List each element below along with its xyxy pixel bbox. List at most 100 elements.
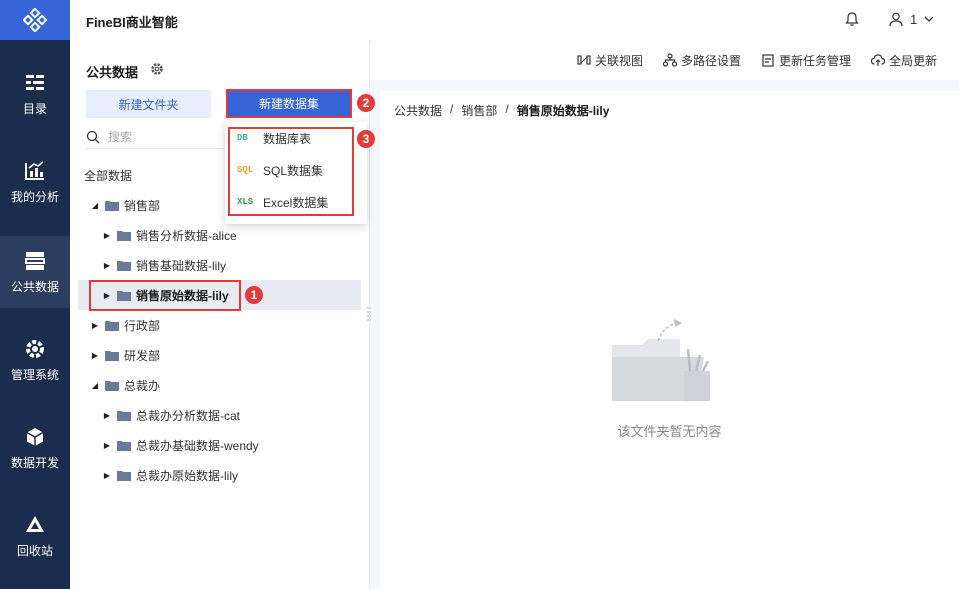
nav-item-management[interactable]: 管理系统 — [0, 324, 70, 396]
collapsed-arrow-icon[interactable]: ▶ — [102, 411, 112, 420]
toolbar-label: 多路径设置 — [680, 53, 741, 68]
folder-icon — [117, 470, 131, 481]
breadcrumb-item[interactable]: 销售部 — [461, 102, 497, 119]
step-badge-3: 3 — [357, 130, 375, 148]
global-update-button[interactable]: 全局更新 — [870, 52, 937, 69]
sql-icon: SQL — [237, 165, 254, 175]
tree-item-label: 总裁办基础数据-wendy — [136, 438, 259, 453]
tree-item-ceo-raw[interactable]: ▶ 总裁办原始数据-lily — [78, 460, 361, 490]
new-dataset-button[interactable]: 新建数据集 — [226, 89, 352, 118]
nav-item-catalog[interactable]: 目录 — [0, 58, 70, 130]
top-bar: FineBI商业智能 1 — [70, 0, 959, 40]
nav-label: 我的分析 — [10, 189, 59, 204]
collapsed-arrow-icon[interactable]: ▶ — [102, 231, 112, 240]
gear-icon — [26, 339, 44, 358]
catalog-icon — [26, 74, 44, 90]
search-box[interactable] — [86, 125, 226, 149]
empty-folder-icon — [612, 319, 710, 401]
new-folder-button[interactable]: 新建文件夹 — [86, 90, 211, 118]
update-task-button[interactable]: 更新任务管理 — [761, 52, 851, 69]
dropdown-item-label: SQL数据集 — [263, 163, 324, 178]
multipath-button[interactable]: 多路径设置 — [662, 52, 741, 69]
dropdown-item-excel-dataset[interactable]: XLS Excel数据集 — [237, 192, 328, 212]
tree-item-ceo-basic[interactable]: ▶ 总裁办基础数据-wendy — [78, 430, 361, 460]
user-name: 1 — [910, 11, 918, 27]
dropdown-item-sql-dataset[interactable]: SQL SQL数据集 — [237, 160, 323, 180]
folder-icon — [105, 200, 119, 211]
tree-item-label: 销售部 — [124, 198, 161, 213]
left-nav: 目录 我的分析 公共数据 管理系统 数据开发 回收站 — [0, 0, 70, 589]
nav-item-public-data[interactable]: 公共数据 — [0, 236, 70, 308]
nav-item-recycle[interactable]: 回收站 — [0, 500, 70, 572]
data-dev-icon — [26, 427, 44, 446]
tree-item-ceo-analysis[interactable]: ▶ 总裁办分析数据-cat — [78, 400, 361, 430]
folder-icon — [117, 440, 131, 451]
tree-item-label: 总裁办 — [124, 378, 161, 393]
breadcrumb-separator: / — [450, 102, 454, 116]
collapsed-arrow-icon[interactable]: ▶ — [90, 321, 100, 330]
search-input[interactable] — [108, 129, 208, 144]
db-icon: DB — [237, 133, 248, 143]
toolbar-label: 关联视图 — [594, 53, 643, 68]
tree-item-rd-dept[interactable]: ▶ 研发部 — [78, 340, 361, 370]
public-data-icon — [25, 251, 45, 270]
tree-item-admin-dept[interactable]: ▶ 行政部 — [78, 310, 361, 340]
nav-item-my-analysis[interactable]: 我的分析 — [0, 146, 70, 218]
user-menu[interactable]: 1 — [888, 11, 935, 27]
tree-item-label: 行政部 — [124, 318, 161, 333]
breadcrumb-item[interactable]: 公共数据 — [394, 102, 442, 119]
tree-item-label: 销售分析数据-alice — [136, 228, 237, 243]
breadcrumb-current: 销售原始数据-lily — [516, 104, 610, 118]
nav-label: 回收站 — [16, 543, 53, 558]
folder-icon — [117, 410, 131, 421]
step-badge-1: 1 — [245, 286, 263, 304]
folder-icon — [117, 230, 131, 241]
tree-item-sales-analysis[interactable]: ▶ 销售分析数据-alice — [78, 220, 361, 250]
tree-item-label: 总裁办分析数据-cat — [136, 408, 241, 423]
settings-gear-icon[interactable] — [150, 62, 164, 76]
collapsed-arrow-icon[interactable]: ▶ — [90, 351, 100, 360]
logo-icon[interactable] — [0, 0, 70, 40]
nav-item-data-dev[interactable]: 数据开发 — [0, 412, 70, 484]
cloud-refresh-icon — [870, 54, 885, 66]
expanded-arrow-icon[interactable]: ◢ — [90, 201, 100, 210]
nav-label: 公共数据 — [10, 279, 59, 294]
folder-icon — [105, 380, 119, 391]
empty-state-text: 该文件夹暂无内容 — [617, 424, 722, 439]
tree-root[interactable]: 全部数据 — [84, 167, 132, 184]
dropdown-item-label: Excel数据集 — [263, 195, 329, 210]
toolbar-label: 全局更新 — [888, 53, 937, 68]
nav-label: 数据开发 — [10, 455, 59, 470]
collapsed-arrow-icon[interactable]: ▶ — [102, 441, 112, 450]
chevron-down-icon — [924, 16, 934, 22]
content-panel: 公共数据 / 销售部 / 销售原始数据-lily 该文件夹暂无内容 — [380, 91, 959, 589]
recycle-icon — [26, 515, 44, 532]
breadcrumb: 公共数据 / 销售部 / 销售原始数据-lily — [394, 102, 617, 119]
collapsed-arrow-icon[interactable]: ▶ — [102, 261, 112, 270]
app-title: FineBI商业智能 — [86, 15, 178, 30]
tree-item-ceo-office[interactable]: ◢ 总裁办 — [78, 370, 361, 400]
excel-icon: XLS — [237, 197, 254, 207]
panel-title: 公共数据 — [86, 65, 139, 80]
user-icon — [889, 12, 903, 27]
tree-item-label: 研发部 — [124, 348, 161, 363]
dropdown-item-db-table[interactable]: DB 数据库表 — [237, 128, 311, 148]
relation-view-button[interactable]: 关联视图 — [577, 52, 643, 69]
folder-icon — [117, 260, 131, 271]
step-badge-2: 2 — [357, 94, 375, 112]
tree-item-sales-basic[interactable]: ▶ 销售基础数据-lily — [78, 250, 361, 280]
toolbar-label: 更新任务管理 — [778, 53, 851, 68]
breadcrumb-separator: / — [505, 102, 509, 116]
expanded-arrow-icon[interactable]: ◢ — [90, 381, 100, 390]
toolbar: 关联视图 多路径设置 更新任务管理 全局更新 — [371, 40, 959, 80]
tree-item-label: 总裁办原始数据-lily — [136, 468, 238, 483]
relation-icon — [577, 55, 591, 65]
folder-icon — [105, 320, 119, 331]
bell-icon[interactable] — [844, 11, 860, 27]
tree-item-label: 销售基础数据-lily — [136, 258, 226, 273]
collapsed-arrow-icon[interactable]: ▶ — [102, 471, 112, 480]
folder-icon — [105, 350, 119, 361]
search-icon — [86, 130, 100, 143]
nav-label: 管理系统 — [10, 367, 59, 382]
dropdown-item-label: 数据库表 — [263, 131, 312, 146]
